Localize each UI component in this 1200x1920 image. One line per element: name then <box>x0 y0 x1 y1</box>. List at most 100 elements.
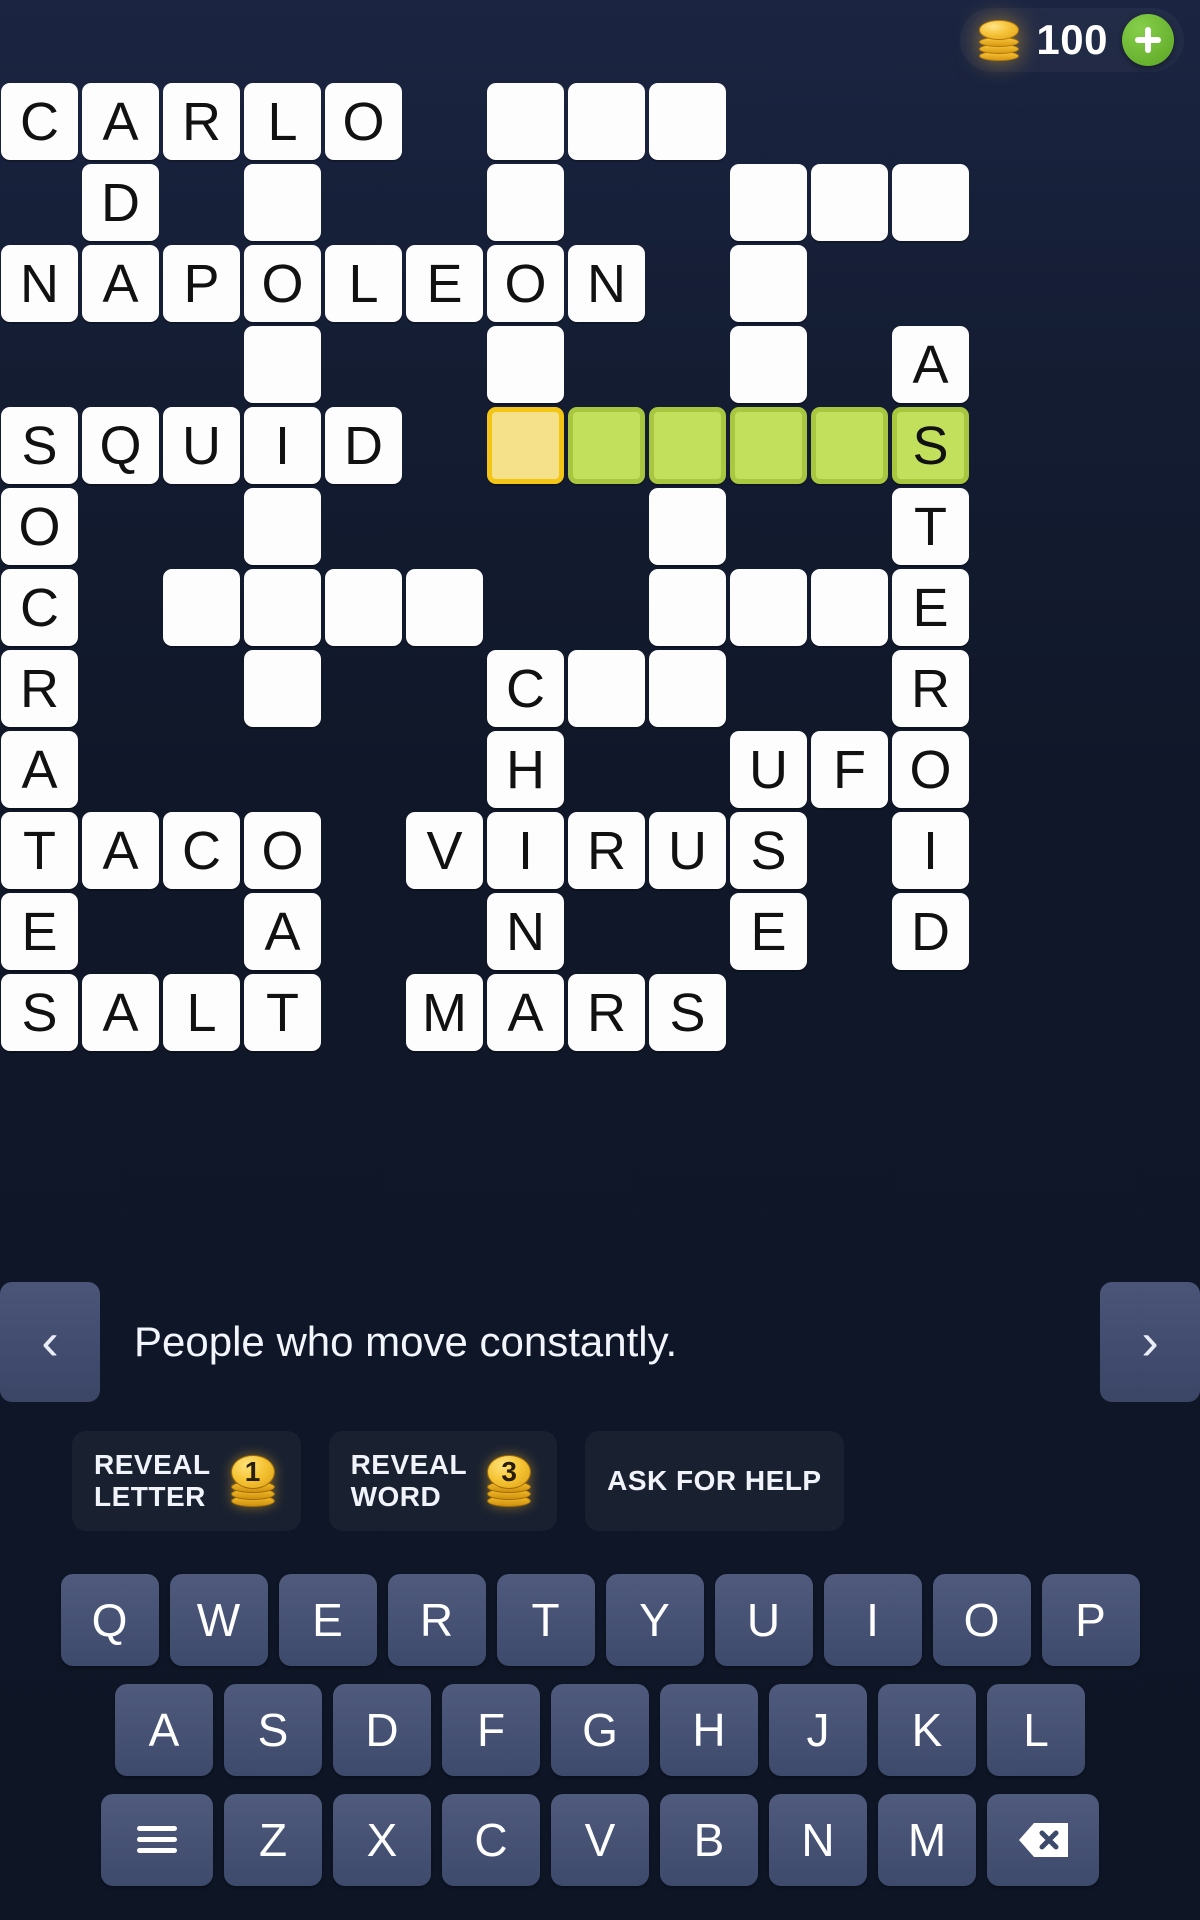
grid-cell[interactable]: H <box>487 731 564 808</box>
key-W[interactable]: W <box>169 1574 268 1666</box>
grid-cell[interactable]: M <box>406 974 483 1051</box>
key-P[interactable]: P <box>1041 1574 1140 1666</box>
grid-cell[interactable]: D <box>82 164 159 241</box>
grid-cell[interactable]: U <box>163 407 240 484</box>
key-A[interactable]: A <box>115 1684 213 1776</box>
grid-cell[interactable]: L <box>244 83 321 160</box>
key-C[interactable]: C <box>442 1794 540 1886</box>
key-K[interactable]: K <box>878 1684 976 1776</box>
grid-cell[interactable] <box>649 407 726 484</box>
grid-cell[interactable] <box>730 245 807 322</box>
grid-cell[interactable]: S <box>1 407 78 484</box>
grid-cell[interactable] <box>244 569 321 646</box>
grid-cell[interactable]: O <box>1 488 78 565</box>
key-Y[interactable]: Y <box>605 1574 704 1666</box>
grid-cell[interactable] <box>325 569 402 646</box>
grid-cell[interactable]: O <box>244 245 321 322</box>
grid-cell[interactable]: R <box>568 812 645 889</box>
grid-cell[interactable]: S <box>730 812 807 889</box>
grid-cell[interactable] <box>730 569 807 646</box>
previous-clue-button[interactable]: ‹ <box>0 1282 100 1402</box>
grid-cell[interactable]: S <box>892 407 969 484</box>
grid-cell[interactable]: E <box>1 893 78 970</box>
on-screen-keyboard[interactable]: QWERTYUIOPASDFGHJKLZXCVBNM <box>0 1565 1200 1920</box>
grid-cell[interactable] <box>244 326 321 403</box>
key-I[interactable]: I <box>823 1574 922 1666</box>
grid-cell[interactable]: I <box>244 407 321 484</box>
grid-cell[interactable] <box>487 164 564 241</box>
grid-cell[interactable]: T <box>244 974 321 1051</box>
key-Z[interactable]: Z <box>224 1794 322 1886</box>
add-coins-button[interactable] <box>1122 14 1174 66</box>
hamburger-menu-icon[interactable] <box>101 1794 213 1886</box>
grid-cell[interactable]: C <box>163 812 240 889</box>
grid-cell[interactable] <box>811 164 888 241</box>
grid-cell[interactable]: U <box>649 812 726 889</box>
grid-cell[interactable] <box>730 407 807 484</box>
grid-cell[interactable] <box>568 650 645 727</box>
grid-cell[interactable]: I <box>487 812 564 889</box>
grid-cell[interactable]: N <box>1 245 78 322</box>
grid-cell[interactable]: R <box>892 650 969 727</box>
grid-cell[interactable]: E <box>892 569 969 646</box>
key-T[interactable]: T <box>496 1574 595 1666</box>
grid-cell[interactable]: A <box>1 731 78 808</box>
key-M[interactable]: M <box>878 1794 976 1886</box>
grid-cell[interactable] <box>487 407 564 484</box>
grid-cell[interactable] <box>811 407 888 484</box>
key-S[interactable]: S <box>224 1684 322 1776</box>
grid-cell[interactable]: O <box>244 812 321 889</box>
key-L[interactable]: L <box>987 1684 1085 1776</box>
grid-cell[interactable]: A <box>82 83 159 160</box>
key-F[interactable]: F <box>442 1684 540 1776</box>
key-H[interactable]: H <box>660 1684 758 1776</box>
grid-cell[interactable]: O <box>892 731 969 808</box>
grid-cell[interactable] <box>244 650 321 727</box>
grid-cell[interactable]: A <box>82 812 159 889</box>
key-G[interactable]: G <box>551 1684 649 1776</box>
grid-cell[interactable] <box>811 569 888 646</box>
grid-cell[interactable] <box>649 650 726 727</box>
grid-cell[interactable]: C <box>1 569 78 646</box>
key-X[interactable]: X <box>333 1794 431 1886</box>
grid-cell[interactable] <box>244 164 321 241</box>
grid-cell[interactable] <box>568 83 645 160</box>
grid-cell[interactable]: A <box>82 974 159 1051</box>
reveal-word-button[interactable]: REVEAL WORD 3 <box>328 1430 558 1531</box>
backspace-icon[interactable] <box>987 1794 1099 1886</box>
grid-cell[interactable]: A <box>244 893 321 970</box>
key-B[interactable]: B <box>660 1794 758 1886</box>
grid-cell[interactable]: S <box>649 974 726 1051</box>
grid-cell[interactable]: C <box>487 650 564 727</box>
grid-cell[interactable]: T <box>892 488 969 565</box>
grid-cell[interactable] <box>568 407 645 484</box>
grid-cell[interactable]: O <box>325 83 402 160</box>
grid-cell[interactable] <box>163 569 240 646</box>
key-N[interactable]: N <box>769 1794 867 1886</box>
grid-cell[interactable]: A <box>82 245 159 322</box>
key-R[interactable]: R <box>387 1574 486 1666</box>
grid-cell[interactable]: R <box>163 83 240 160</box>
grid-cell[interactable]: C <box>1 83 78 160</box>
grid-cell[interactable] <box>487 83 564 160</box>
grid-cell[interactable] <box>730 164 807 241</box>
grid-cell[interactable]: U <box>730 731 807 808</box>
key-E[interactable]: E <box>278 1574 377 1666</box>
key-O[interactable]: O <box>932 1574 1031 1666</box>
grid-cell[interactable]: N <box>568 245 645 322</box>
key-V[interactable]: V <box>551 1794 649 1886</box>
grid-cell[interactable]: V <box>406 812 483 889</box>
grid-cell[interactable]: F <box>811 731 888 808</box>
key-J[interactable]: J <box>769 1684 867 1776</box>
grid-cell[interactable] <box>487 326 564 403</box>
grid-cell[interactable]: E <box>730 893 807 970</box>
grid-cell[interactable]: Q <box>82 407 159 484</box>
reveal-letter-button[interactable]: REVEAL LETTER 1 <box>72 1430 301 1531</box>
grid-cell[interactable]: E <box>406 245 483 322</box>
key-D[interactable]: D <box>333 1684 431 1776</box>
grid-cell[interactable]: N <box>487 893 564 970</box>
crossword-grid[interactable]: CARLODNAPOLEONASQUIDSOTCERCRAHUFOTACOVIR… <box>0 82 1200 1082</box>
grid-cell[interactable]: A <box>487 974 564 1051</box>
grid-cell[interactable] <box>649 488 726 565</box>
grid-cell[interactable] <box>649 569 726 646</box>
